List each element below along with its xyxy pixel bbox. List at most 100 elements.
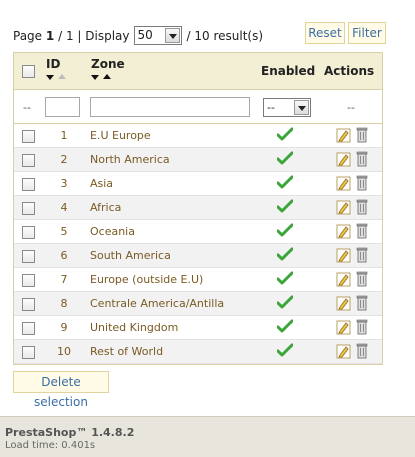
row-zone: Oceania (90, 225, 135, 238)
row-checkbox[interactable] (22, 274, 35, 287)
row-checkbox[interactable] (22, 298, 35, 311)
row-id: 2 (60, 153, 68, 166)
row-id: 9 (60, 321, 68, 334)
zones-table: ID Zone Enabled Actions -- -- -- 1 E.U E… (13, 52, 383, 365)
header-actions: Actions (324, 64, 375, 78)
table-row: 4 Africa (14, 196, 382, 220)
row-zone: Asia (90, 177, 114, 190)
reset-button[interactable]: Reset (305, 22, 345, 44)
pencil-icon[interactable] (336, 224, 351, 242)
row-zone: Rest of World (90, 345, 164, 358)
table-row: 3 Asia (14, 172, 382, 196)
row-checkbox[interactable] (22, 178, 35, 191)
load-time-text: Load time: 0.401s (5, 440, 96, 451)
row-zone: Europe (outside E.U) (90, 273, 204, 286)
check-icon[interactable] (276, 151, 294, 169)
trash-icon[interactable] (356, 223, 368, 242)
pencil-icon[interactable] (336, 152, 351, 170)
pencil-icon[interactable] (336, 176, 351, 194)
row-checkbox[interactable] (22, 250, 35, 263)
sort-asc-icon[interactable] (103, 74, 111, 79)
pencil-icon[interactable] (336, 296, 351, 314)
check-icon[interactable] (276, 319, 294, 337)
check-icon[interactable] (276, 247, 294, 265)
enabled-filter-value: -- (267, 101, 275, 114)
pagination: Page 1 / 1 | Display 50 / 10 result(s) (13, 26, 263, 45)
pencil-icon[interactable] (336, 200, 351, 218)
table-body: 1 E.U Europe 2 North America 3 Asia 4 Af… (14, 124, 382, 364)
pencil-icon[interactable] (336, 320, 351, 338)
row-checkbox[interactable] (22, 154, 35, 167)
select-all-checkbox[interactable] (22, 65, 35, 78)
row-id: 5 (60, 225, 68, 238)
table-row: 10 Rest of World (14, 340, 382, 364)
table-row: 2 North America (14, 148, 382, 172)
filter-button[interactable]: Filter (348, 22, 386, 44)
header-id: ID (46, 57, 61, 71)
zone-filter-input[interactable] (90, 97, 250, 117)
trash-icon[interactable] (356, 175, 368, 194)
header-zone: Zone (91, 57, 125, 71)
delete-selection-button[interactable]: Delete selection (13, 371, 109, 409)
table-row: 6 South America (14, 244, 382, 268)
sort-asc-icon[interactable] (58, 74, 66, 79)
version-text: PrestaShop™ 1.4.8.2 (5, 426, 135, 439)
check-icon[interactable] (276, 343, 294, 361)
row-zone: United Kingdom (90, 321, 179, 334)
check-icon[interactable] (276, 271, 294, 289)
trash-icon[interactable] (356, 247, 368, 266)
row-checkbox[interactable] (22, 130, 35, 143)
pencil-icon[interactable] (336, 248, 351, 266)
row-id: 1 (60, 129, 68, 142)
check-icon[interactable] (276, 223, 294, 241)
pencil-icon[interactable] (336, 128, 351, 146)
pencil-icon[interactable] (336, 272, 351, 290)
table-row: 7 Europe (outside E.U) (14, 268, 382, 292)
row-zone: North America (90, 153, 170, 166)
sort-desc-icon[interactable] (91, 75, 99, 80)
table-header: ID Zone Enabled Actions (14, 53, 382, 90)
row-id: 10 (57, 345, 71, 358)
row-checkbox[interactable] (22, 202, 35, 215)
row-zone: Africa (90, 201, 122, 214)
row-checkbox[interactable] (22, 322, 35, 335)
trash-icon[interactable] (356, 319, 368, 338)
check-icon[interactable] (276, 199, 294, 217)
trash-icon[interactable] (356, 295, 368, 314)
row-checkbox[interactable] (22, 346, 35, 359)
check-icon[interactable] (276, 175, 294, 193)
page-separator: / (58, 28, 63, 43)
chevron-down-icon (164, 28, 180, 43)
pencil-icon[interactable] (336, 344, 351, 362)
sort-desc-icon[interactable] (46, 75, 54, 80)
filter-placeholder-right: -- (347, 101, 355, 114)
trash-icon[interactable] (356, 343, 368, 362)
row-id: 6 (60, 249, 68, 262)
check-icon[interactable] (276, 127, 294, 145)
trash-icon[interactable] (356, 127, 368, 146)
current-page: 1 (45, 28, 55, 43)
page-label: Page (13, 28, 43, 43)
trash-icon[interactable] (356, 199, 368, 218)
display-label: | Display (77, 28, 130, 43)
header-enabled: Enabled (261, 64, 316, 78)
enabled-filter-select[interactable]: -- (263, 98, 311, 117)
row-zone: E.U Europe (90, 129, 151, 142)
table-row: 8 Centrale America/Antilla (14, 292, 382, 316)
trash-icon[interactable] (356, 151, 368, 170)
trash-icon[interactable] (356, 271, 368, 290)
table-row: 5 Oceania (14, 220, 382, 244)
table-row: 1 E.U Europe (14, 124, 382, 148)
row-id: 7 (60, 273, 68, 286)
id-filter-input[interactable] (45, 97, 80, 117)
row-zone: South America (90, 249, 171, 262)
check-icon[interactable] (276, 295, 294, 313)
total-pages: 1 (65, 28, 74, 43)
row-id: 3 (60, 177, 68, 190)
row-checkbox[interactable] (22, 226, 35, 239)
per-page-select[interactable]: 50 (133, 26, 182, 45)
chevron-down-icon (294, 100, 309, 115)
filter-placeholder-left: -- (23, 101, 31, 114)
row-id: 4 (60, 201, 68, 214)
filter-row: -- -- -- (14, 90, 382, 124)
